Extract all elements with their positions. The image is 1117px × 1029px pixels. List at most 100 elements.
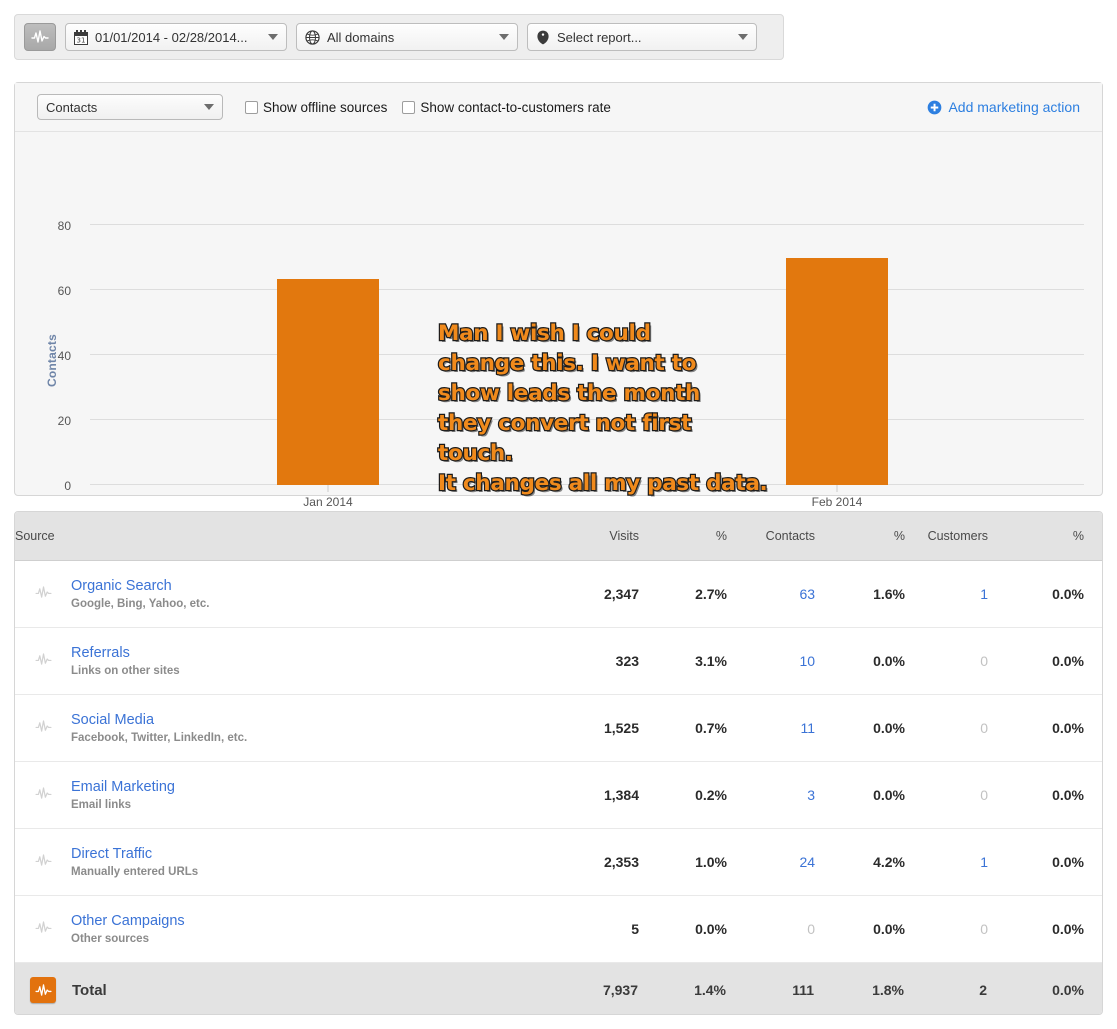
show-contact-to-customers-rate-checkbox[interactable]: Show contact-to-customers rate <box>402 100 611 115</box>
customers-pct-value: 0.0% <box>988 828 1102 896</box>
table-row[interactable]: Organic Search Google, Bing, Yahoo, etc. 2… <box>15 560 1102 628</box>
report-dropdown[interactable]: Select report... <box>527 23 757 51</box>
table-row[interactable]: Other Campaigns Other sources 5 0.0% 0 0.0% 0 0… <box>15 895 1102 963</box>
show-offline-sources-checkbox[interactable]: Show offline sources <box>245 100 387 115</box>
source-description: Email links <box>71 799 132 811</box>
domain-dropdown[interactable]: All domains <box>296 23 518 51</box>
customers-cell: 1 <box>905 828 989 896</box>
column-header-visits[interactable]: Visits <box>545 512 640 561</box>
contacts-cell: 63 <box>727 560 816 628</box>
customers-pct-value: 0.0% <box>988 560 1102 628</box>
row-icon-cell <box>15 560 71 628</box>
y-tick-60: 60 <box>57 284 71 298</box>
add-marketing-action-label: Add marketing action <box>948 99 1080 115</box>
date-range-dropdown[interactable]: 31 01/01/2014 - 02/28/2014... <box>65 23 287 51</box>
source-link[interactable]: Email Marketing <box>71 779 175 795</box>
domain-value: All domains <box>327 29 395 45</box>
visits-pct-value: 0.2% <box>639 761 728 829</box>
total-visits: 7,937 <box>602 982 639 999</box>
y-tick-80: 80 <box>57 219 71 233</box>
contacts-cell: 24 <box>727 828 816 896</box>
customers-cell: 0 <box>905 627 989 695</box>
pulse-icon <box>34 853 52 870</box>
customers-value: 0 <box>980 920 989 937</box>
tag-icon <box>536 30 550 45</box>
column-header-customers-pct[interactable]: % <box>988 512 1102 561</box>
total-icon-cell <box>15 962 71 1014</box>
checkbox-box[interactable] <box>245 100 258 114</box>
total-label: Total <box>72 981 107 999</box>
metric-value: Contacts <box>46 99 98 115</box>
source-link[interactable]: Referrals <box>71 645 130 661</box>
contacts-value[interactable]: 63 <box>799 586 815 602</box>
customers-pct-value: 0.0% <box>988 895 1102 963</box>
customers-cell: 1 <box>905 560 989 628</box>
x-tick-feb-2014: Feb 2014 <box>811 495 863 509</box>
contacts-value[interactable]: 11 <box>800 720 815 736</box>
chart-panel: Contacts Show offline sources Show conta… <box>14 82 1103 541</box>
customers-cell: 0 <box>905 895 989 963</box>
source-cell: Direct Traffic Manually entered URLs <box>71 828 546 896</box>
source-link[interactable]: Direct Traffic <box>71 846 152 862</box>
contacts-pct-value: 0.0% <box>815 761 906 829</box>
contacts-value[interactable]: 3 <box>807 787 815 803</box>
column-header-contacts-pct[interactable]: % <box>815 512 906 561</box>
column-header-source[interactable]: Source <box>15 512 546 561</box>
handwritten-annotation: Man I wish I could change this. I want t… <box>437 320 769 497</box>
y-tick-0: 0 <box>64 479 71 493</box>
plus-circle-icon <box>927 100 942 115</box>
customers-value: 0 <box>980 652 989 669</box>
column-header-visits-pct[interactable]: % <box>639 512 728 561</box>
chevron-down-icon <box>738 34 748 40</box>
total-row: Total 7,937 1.4% 111 1.8% 2 0.0% <box>15 962 1102 1014</box>
customers-value[interactable]: 1 <box>980 586 988 602</box>
add-marketing-action-button[interactable]: Add marketing action <box>927 99 1080 115</box>
checkbox-box[interactable] <box>402 100 416 114</box>
pulse-icon <box>34 786 52 803</box>
source-link[interactable]: Social Media <box>71 712 154 728</box>
chevron-down-icon <box>499 34 509 40</box>
customers-pct-value: 0.0% <box>988 627 1102 695</box>
global-toolbar: 31 01/01/2014 - 02/28/2014... All domain… <box>14 14 784 60</box>
contacts-value[interactable]: 24 <box>799 854 815 870</box>
metric-dropdown[interactable]: Contacts <box>37 94 223 120</box>
source-link[interactable]: Other Campaigns <box>71 913 185 929</box>
chart-toolbar: Contacts Show offline sources Show conta… <box>15 83 1102 132</box>
sources-table: Source Visits % Contacts % Customers % O… <box>15 512 1102 1014</box>
visits-pct-value: 1.0% <box>639 828 728 896</box>
app-logo-button[interactable] <box>24 23 56 51</box>
visits-pct-value: 2.7% <box>639 560 728 628</box>
contacts-cell: 0 <box>727 895 816 963</box>
source-description: Facebook, Twitter, LinkedIn, etc. <box>71 732 248 744</box>
svg-text:31: 31 <box>77 36 86 44</box>
visits-pct-value: 0.0% <box>639 895 728 963</box>
y-tick-20: 20 <box>57 414 71 428</box>
customers-cell: 0 <box>905 761 989 829</box>
contacts-value[interactable]: 10 <box>799 653 815 669</box>
visits-value: 1,525 <box>545 694 640 762</box>
column-header-customers[interactable]: Customers <box>905 512 989 561</box>
table-header-row: Source Visits % Contacts % Customers % <box>15 512 1102 561</box>
table-row[interactable]: Email Marketing Email links 1,384 0.2% 3 0.0%… <box>15 761 1102 829</box>
table-body: Organic Search Google, Bing, Yahoo, etc. 2… <box>15 560 1102 963</box>
table-row[interactable]: Direct Traffic Manually entered URLs 2,353… <box>15 828 1102 896</box>
source-cell: Referrals Links on other sites <box>71 627 546 695</box>
visits-value: 2,347 <box>545 560 640 628</box>
table-row[interactable]: Referrals Links on other sites 323 3.1% 10 0.… <box>15 627 1102 695</box>
checkbox-label: Show contact-to-customers rate <box>420 99 611 115</box>
contacts-value: 0 <box>807 920 816 937</box>
column-header-contacts[interactable]: Contacts <box>727 512 816 561</box>
total-customers: 2 <box>979 982 988 999</box>
pulse-icon <box>34 719 52 736</box>
customers-value[interactable]: 1 <box>980 854 988 870</box>
visits-value: 323 <box>545 627 640 695</box>
customers-cell: 0 <box>905 694 989 762</box>
table-footer: Total 7,937 1.4% 111 1.8% 2 0.0% <box>15 962 1102 1014</box>
source-cell: Other Campaigns Other sources <box>71 895 546 963</box>
pulse-icon <box>30 977 56 1004</box>
source-link[interactable]: Organic Search <box>71 578 172 594</box>
source-description: Manually entered URLs <box>71 866 199 878</box>
table-row[interactable]: Social Media Facebook, Twitter, LinkedIn,… <box>15 694 1102 762</box>
sources-table-panel: Source Visits % Contacts % Customers % O… <box>14 511 1103 1015</box>
calendar-icon: 31 <box>74 29 88 45</box>
